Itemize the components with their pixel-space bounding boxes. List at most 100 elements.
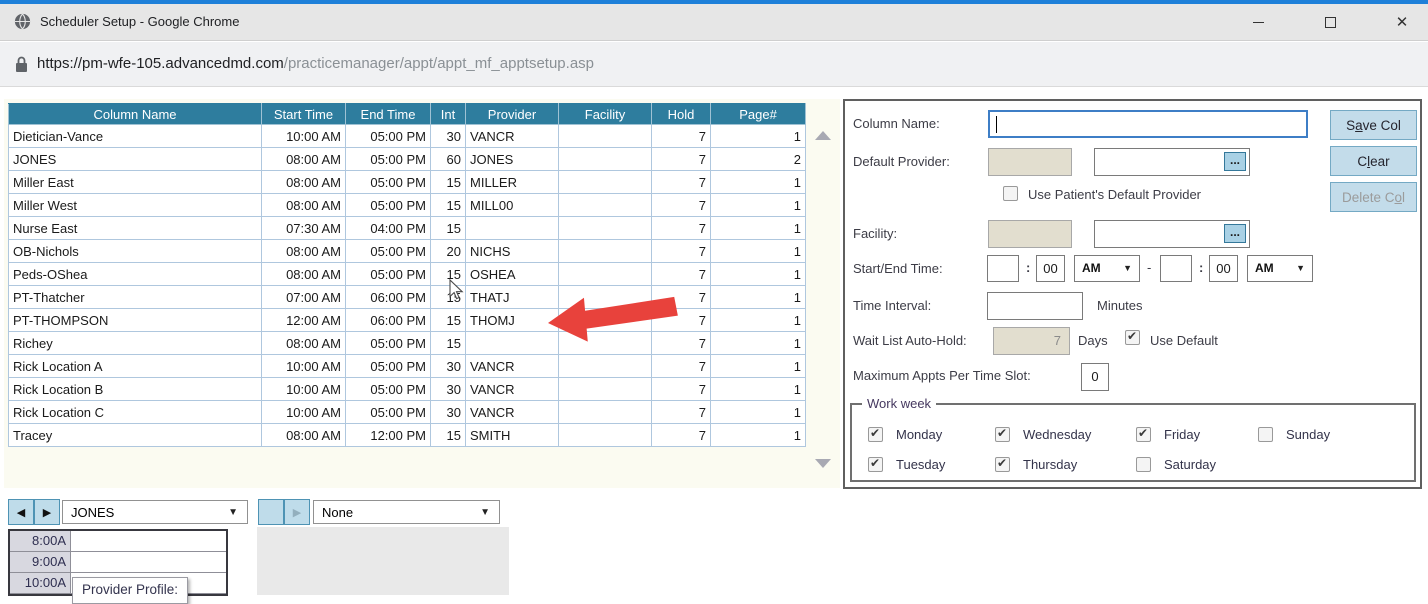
cell-start-time: 08:00 AM <box>262 240 346 263</box>
provider1-prev-button[interactable]: ◀ <box>8 499 34 525</box>
cell-page: 1 <box>711 378 806 401</box>
schedule-slot[interactable] <box>71 531 226 552</box>
table-row[interactable]: JONES 08:00 AM 05:00 PM 60 JONES 7 2 <box>9 148 806 171</box>
provider2-next-button[interactable]: ▶ <box>284 499 310 525</box>
chevron-down-icon: ▼ <box>1296 263 1305 273</box>
minimize-button[interactable] <box>1235 4 1281 41</box>
red-annotation-arrow <box>545 296 685 356</box>
work-week-grid: Monday Tuesday Wednesday Thursday <box>868 419 1330 479</box>
column-header-name[interactable]: Column Name <box>9 104 262 125</box>
column-header-hold[interactable]: Hold <box>652 104 711 125</box>
cell-end-time: 05:00 PM <box>346 378 431 401</box>
close-button[interactable]: ✕ <box>1379 4 1425 41</box>
cell-page: 1 <box>711 194 806 217</box>
table-row[interactable]: Tracey 08:00 AM 12:00 PM 15 SMITH 7 1 <box>9 424 806 447</box>
column-header-page[interactable]: Page# <box>711 104 806 125</box>
table-row[interactable]: Rick Location A 10:00 AM 05:00 PM 30 VAN… <box>9 355 806 378</box>
column-setup-panel: Column Name: Save Col Clear Delete Col D… <box>843 99 1422 489</box>
provider2-prev-button[interactable] <box>258 499 284 525</box>
cell-column-name: Peds-OShea <box>9 263 262 286</box>
delete-col-button[interactable]: Delete Col <box>1330 182 1417 212</box>
table-row[interactable]: Miller East 08:00 AM 05:00 PM 15 MILLER … <box>9 171 806 194</box>
max-appts-input[interactable]: 0 <box>1081 363 1109 391</box>
use-default-checkbox[interactable] <box>1125 330 1140 345</box>
cell-page: 1 <box>711 332 806 355</box>
next-arrow-icon: ▶ <box>293 506 301 519</box>
maximize-button[interactable] <box>1307 4 1353 41</box>
day-checkbox[interactable] <box>1136 457 1151 472</box>
text-caret <box>996 116 997 133</box>
default-provider-label: Default Provider: <box>853 154 950 169</box>
cell-int: 20 <box>431 240 466 263</box>
column-header-end-time[interactable]: End Time <box>346 104 431 125</box>
cell-page: 1 <box>711 286 806 309</box>
column-name-input[interactable] <box>988 110 1308 138</box>
cell-int: 15 <box>431 194 466 217</box>
cell-int: 30 <box>431 401 466 424</box>
cell-start-time: 07:30 AM <box>262 217 346 240</box>
end-hour-input[interactable] <box>1160 255 1192 282</box>
column-list-area: Column Name Start Time End Time Int Prov… <box>4 99 840 488</box>
start-hour-input[interactable] <box>987 255 1019 282</box>
column-header-int[interactable]: Int <box>431 104 466 125</box>
end-ampm-select[interactable]: AM▼ <box>1247 255 1313 282</box>
provider2-dropdown[interactable]: None▼ <box>313 500 500 524</box>
column-header-facility[interactable]: Facility <box>559 104 652 125</box>
start-minute-input[interactable]: 00 <box>1036 255 1065 282</box>
use-patients-default-checkbox[interactable] <box>1003 186 1018 201</box>
workweek-day-item: Sunday <box>1258 419 1330 449</box>
table-row[interactable]: Richey 08:00 AM 05:00 PM 15 7 1 <box>9 332 806 355</box>
day-label: Sunday <box>1286 427 1330 442</box>
column-header-start-time[interactable]: Start Time <box>262 104 346 125</box>
schedule-slot[interactable] <box>71 552 226 573</box>
clear-button[interactable]: Clear <box>1330 146 1417 176</box>
save-col-button[interactable]: Save Col <box>1330 110 1417 140</box>
url-text[interactable]: https://pm-wfe-105.advancedmd.com/practi… <box>37 55 594 72</box>
default-provider-lookup-input[interactable]: ... <box>1094 148 1250 176</box>
cell-start-time: 07:00 AM <box>262 286 346 309</box>
table-row[interactable]: OB-Nichols 08:00 AM 05:00 PM 20 NICHS 7 … <box>9 240 806 263</box>
end-minute-input[interactable]: 00 <box>1209 255 1238 282</box>
day-checkbox[interactable] <box>868 457 883 472</box>
cell-start-time: 08:00 AM <box>262 332 346 355</box>
day-checkbox[interactable] <box>868 427 883 442</box>
cell-column-name: Miller East <box>9 171 262 194</box>
scroll-up-icon[interactable] <box>815 131 831 140</box>
table-row[interactable]: Rick Location B 10:00 AM 05:00 PM 30 VAN… <box>9 378 806 401</box>
day-label: Thursday <box>1023 457 1077 472</box>
empty-schedule-area <box>257 527 509 595</box>
provider1-next-button[interactable]: ▶ <box>34 499 60 525</box>
cell-provider: OSHEA <box>466 263 559 286</box>
table-row[interactable]: PT-THOMPSON 12:00 AM 06:00 PM 15 THOMJ 7… <box>9 309 806 332</box>
table-row[interactable]: Peds-OShea 08:00 AM 05:00 PM 15 OSHEA 7 … <box>9 263 806 286</box>
day-checkbox[interactable] <box>1136 427 1151 442</box>
address-bar[interactable]: https://pm-wfe-105.advancedmd.com/practi… <box>0 42 1428 87</box>
table-row[interactable]: Dietician-Vance 10:00 AM 05:00 PM 30 VAN… <box>9 125 806 148</box>
cell-hold: 7 <box>652 240 711 263</box>
table-row[interactable]: PT-Thatcher 07:00 AM 06:00 PM 15 THATJ 7… <box>9 286 806 309</box>
work-week-legend: Work week <box>862 396 936 411</box>
facility-browse-button[interactable]: ... <box>1224 224 1246 243</box>
workweek-day-item: Wednesday <box>995 419 1136 449</box>
cell-facility <box>559 171 652 194</box>
start-ampm-select[interactable]: AM▼ <box>1074 255 1140 282</box>
cell-start-time: 08:00 AM <box>262 424 346 447</box>
column-header-provider[interactable]: Provider <box>466 104 559 125</box>
cell-hold: 7 <box>652 355 711 378</box>
day-label: Tuesday <box>896 457 945 472</box>
default-provider-browse-button[interactable]: ... <box>1224 152 1246 171</box>
facility-lookup-input[interactable]: ... <box>1094 220 1250 248</box>
table-row[interactable]: Miller West 08:00 AM 05:00 PM 15 MILL00 … <box>9 194 806 217</box>
day-checkbox[interactable] <box>995 427 1010 442</box>
cell-start-time: 08:00 AM <box>262 263 346 286</box>
scroll-down-icon[interactable] <box>815 459 831 468</box>
provider1-dropdown[interactable]: JONES▼ <box>62 500 248 524</box>
table-row[interactable]: Nurse East 07:30 AM 04:00 PM 15 7 1 <box>9 217 806 240</box>
day-checkbox[interactable] <box>995 457 1010 472</box>
time-interval-input[interactable] <box>987 292 1083 320</box>
cell-hold: 7 <box>652 125 711 148</box>
cell-column-name: Rick Location C <box>9 401 262 424</box>
day-checkbox[interactable] <box>1258 427 1273 442</box>
table-row[interactable]: Rick Location C 10:00 AM 05:00 PM 30 VAN… <box>9 401 806 424</box>
cell-page: 1 <box>711 424 806 447</box>
